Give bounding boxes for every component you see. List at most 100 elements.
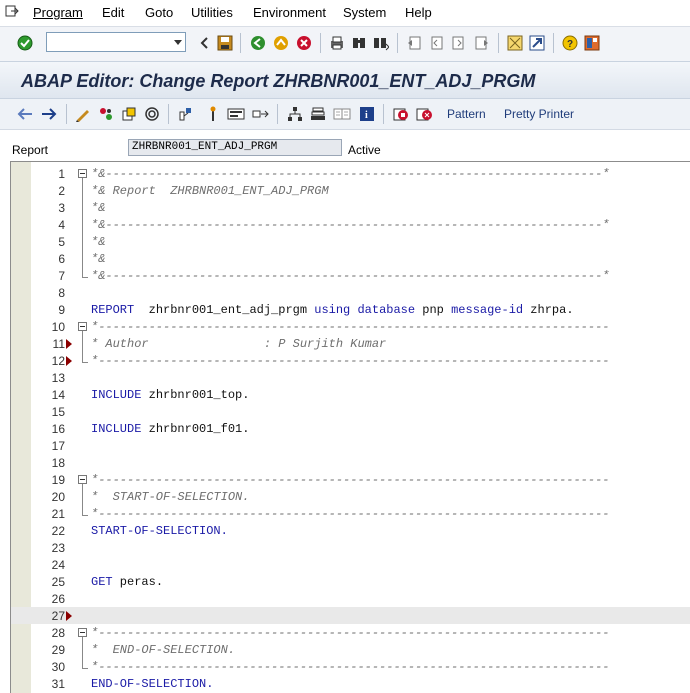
- fold-bracket-end: [82, 362, 88, 363]
- menu-program[interactable]: Program: [33, 5, 83, 20]
- code-line[interactable]: 9 REPORT zhrbnr001_ent_adj_prgm using dat…: [11, 301, 690, 318]
- active-inactive-icon[interactable]: [97, 105, 115, 123]
- code-line[interactable]: 2 *& Report ZHRBNR001_ENT_ADJ_PRGM: [11, 182, 690, 199]
- layout-icon[interactable]: [583, 34, 601, 52]
- menu-utilities[interactable]: Utilities: [191, 5, 233, 20]
- menu-environment[interactable]: Environment: [253, 5, 326, 20]
- stack-icon[interactable]: [309, 105, 327, 123]
- prev-page-icon[interactable]: [427, 34, 445, 52]
- line-number: 6: [58, 252, 65, 266]
- fold-bracket-end: [82, 668, 88, 669]
- code-line[interactable]: 25 GET peras.: [11, 573, 690, 590]
- menu-bar: Program Edit Goto Utilities Environment …: [0, 0, 690, 27]
- find-icon[interactable]: [350, 34, 368, 52]
- code-line[interactable]: 5 *&: [11, 233, 690, 250]
- collapse-block-icon[interactable]: [78, 628, 87, 637]
- line-number: 16: [51, 422, 65, 436]
- code-line[interactable]: 29 * END-OF-SELECTION.: [11, 641, 690, 658]
- code-line[interactable]: 16 INCLUDE zhrbnr001_f01.: [11, 420, 690, 437]
- find-next-icon[interactable]: [372, 34, 390, 52]
- code-line[interactable]: 30 *-------------------------------------…: [11, 658, 690, 675]
- line-marker-icon: [66, 339, 72, 349]
- pretty-printer-button[interactable]: Pretty Printer: [504, 107, 574, 121]
- where-used-icon[interactable]: [204, 105, 222, 123]
- chevron-down-icon[interactable]: [174, 40, 182, 45]
- new-session-icon[interactable]: [506, 34, 524, 52]
- object-list-icon[interactable]: [227, 105, 245, 123]
- line-number: 4: [58, 218, 65, 232]
- code-line[interactable]: 15: [11, 403, 690, 420]
- exit-icon[interactable]: [272, 34, 290, 52]
- back-icon[interactable]: [195, 34, 213, 52]
- code-line[interactable]: 21 *-------------------------------------…: [11, 505, 690, 522]
- code-line[interactable]: 7 *&-------------------------------------…: [11, 267, 690, 284]
- display-change-icon[interactable]: [74, 105, 92, 123]
- code-line[interactable]: 20 * START-OF-SELECTION.: [11, 488, 690, 505]
- code-line[interactable]: 17: [11, 437, 690, 454]
- code-text: *---------------------------------------…: [91, 473, 610, 487]
- cancel-icon[interactable]: [295, 34, 313, 52]
- collapse-block-icon[interactable]: [78, 322, 87, 331]
- breakpoint-icon[interactable]: [392, 105, 410, 123]
- menu-help[interactable]: Help: [405, 5, 432, 20]
- code-line[interactable]: 4 *&-------------------------------------…: [11, 216, 690, 233]
- external-breakpoint-icon[interactable]: [416, 105, 434, 123]
- collapse-block-icon[interactable]: [78, 169, 87, 178]
- command-field[interactable]: [46, 32, 186, 52]
- code-line[interactable]: 31 END-OF-SELECTION.: [11, 675, 690, 692]
- code-line[interactable]: 10 *-------------------------------------…: [11, 318, 690, 335]
- code-line[interactable]: 12 *-------------------------------------…: [11, 352, 690, 369]
- next-page-icon[interactable]: [450, 34, 468, 52]
- arrow-right-icon[interactable]: [40, 105, 58, 123]
- test-icon[interactable]: [176, 105, 194, 123]
- code-line[interactable]: 3 *&: [11, 199, 690, 216]
- print-icon[interactable]: [328, 34, 346, 52]
- code-editor[interactable]: 1 *&-------------------------------------…: [10, 161, 690, 693]
- code-line[interactable]: 1 *&-------------------------------------…: [11, 165, 690, 182]
- code-line[interactable]: 6 *&: [11, 250, 690, 267]
- back-green-icon[interactable]: [249, 34, 267, 52]
- code-line[interactable]: 13: [11, 369, 690, 386]
- code-line[interactable]: 8: [11, 284, 690, 301]
- code-line[interactable]: 19 *-------------------------------------…: [11, 471, 690, 488]
- line-number: 23: [51, 541, 65, 555]
- code-line[interactable]: 28 *-------------------------------------…: [11, 624, 690, 641]
- code-text: INCLUDE zhrbnr001_f01.: [91, 422, 250, 436]
- enter-icon[interactable]: [16, 34, 34, 52]
- hierarchy-icon[interactable]: [286, 105, 304, 123]
- check-icon[interactable]: [120, 105, 138, 123]
- code-line[interactable]: 11 * Author : P Surjith Kumar: [11, 335, 690, 352]
- line-number: 25: [51, 575, 65, 589]
- last-page-icon[interactable]: [473, 34, 491, 52]
- split-screen-icon[interactable]: [333, 105, 351, 123]
- code-text: *&--------------------------------------…: [91, 167, 610, 181]
- code-line[interactable]: 22 START-OF-SELECTION.: [11, 522, 690, 539]
- code-line[interactable]: 26: [11, 590, 690, 607]
- activate-icon[interactable]: [143, 105, 161, 123]
- code-text: *&: [91, 252, 106, 266]
- line-number: 11: [52, 337, 65, 351]
- menu-edit[interactable]: Edit: [102, 5, 124, 20]
- collapse-block-icon[interactable]: [78, 475, 87, 484]
- help-icon[interactable]: ?: [561, 34, 579, 52]
- info-icon[interactable]: i: [358, 105, 376, 123]
- code-line[interactable]: 18: [11, 454, 690, 471]
- pattern-button[interactable]: Pattern: [447, 107, 486, 121]
- code-line[interactable]: 14 INCLUDE zhrbnr001_top.: [11, 386, 690, 403]
- menu-system[interactable]: System: [343, 5, 386, 20]
- current-line[interactable]: 27: [11, 607, 690, 624]
- code-line[interactable]: 23: [11, 539, 690, 556]
- shortcut-icon[interactable]: [528, 34, 546, 52]
- line-number: 9: [58, 303, 65, 317]
- code-line[interactable]: 24: [11, 556, 690, 573]
- line-number: 10: [51, 320, 65, 334]
- navigation-icon[interactable]: [252, 105, 270, 123]
- first-page-icon[interactable]: [405, 34, 423, 52]
- command-input[interactable]: [49, 34, 171, 52]
- save-icon[interactable]: [216, 34, 234, 52]
- menu-goto[interactable]: Goto: [145, 5, 173, 20]
- code-text: *& Report ZHRBNR001_ENT_ADJ_PRGM: [91, 184, 329, 198]
- fold-bracket: [82, 484, 83, 516]
- system-menu-icon[interactable]: [5, 5, 19, 17]
- arrow-left-icon[interactable]: [16, 105, 34, 123]
